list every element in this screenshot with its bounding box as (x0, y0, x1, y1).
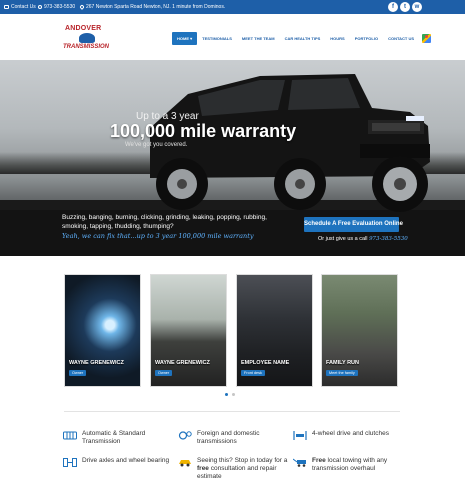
team-card-role-button[interactable]: Owner (155, 370, 173, 376)
hero-title: 100,000 mile warranty (110, 121, 297, 141)
carousel-pagination (225, 393, 235, 396)
nav-hours[interactable]: HOURS (325, 32, 349, 45)
service-text: Free local towing with any transmission … (312, 457, 403, 473)
tow-truck-icon (293, 458, 306, 467)
google-maps-icon[interactable] (422, 34, 432, 43)
service-text: Foreign and domestic transmissions (197, 430, 260, 445)
contact-us-label[interactable]: Contact Us (11, 4, 36, 10)
team-card-name: FAMILY RUN (326, 360, 360, 366)
team-card-name: WAYNE GRENEWICZ (155, 360, 210, 366)
website-icon[interactable]: w (412, 2, 422, 12)
service-item: Seeing this? Stop in today for a free co… (178, 457, 288, 480)
service-item: Automatic & Standard Transmission (63, 430, 173, 446)
transmission-icon (63, 431, 77, 440)
car-icon (179, 460, 191, 467)
service-text-free: free (197, 465, 209, 472)
hero-fix-text: Yeah, we can fix that...up to 3 year 100… (62, 232, 254, 240)
service-item: 4-wheel drive and clutches (293, 430, 403, 440)
nav-car-health-tips[interactable]: CAR HEALTH TIPS (280, 32, 326, 45)
team-card-role-button[interactable]: Owner (69, 370, 87, 376)
service-text: Drive axles and wheel bearing (82, 457, 170, 464)
carousel-dot-active[interactable] (225, 393, 228, 396)
contact-us-link[interactable]: Contact Us (4, 4, 36, 10)
topbar-phone[interactable]: 973-383-5530 (38, 4, 75, 10)
carousel-dot[interactable] (232, 393, 235, 396)
main-nav: HOME ▾ TESTIMONIALS MEET THE TEAM CAR HE… (172, 32, 432, 45)
service-item: Foreign and domestic transmissions (178, 430, 288, 446)
lift-icon (293, 431, 307, 440)
call-prefix: Or just give us a call (318, 236, 368, 242)
nav-testimonials[interactable]: TESTIMONIALS (197, 32, 237, 45)
nav-contact-us[interactable]: CONTACT US (383, 32, 419, 45)
hero-noises-text: Buzzing, banging, burning, clicking, gri… (62, 214, 267, 230)
facebook-icon[interactable]: f (388, 2, 398, 12)
logo-bottom-text: TRANSMISSION (63, 44, 110, 50)
site-logo[interactable]: ANDOVER TRANSMISSION (63, 25, 111, 52)
logo-top-text: ANDOVER (65, 25, 102, 32)
team-card-role-button[interactable]: Meet the family (326, 370, 358, 376)
team-card[interactable]: EMPLOYEE NAME Front desk (236, 274, 313, 387)
nav-meet-the-team[interactable]: MEET THE TEAM (237, 32, 280, 45)
hero-tagline: We've got you covered. (125, 142, 188, 148)
team-card[interactable]: WAYNE GRENEWICZ Owner (150, 274, 227, 387)
top-bar: Contact Us 973-383-5530 267 Newton Spart… (0, 0, 465, 14)
site-header: ANDOVER TRANSMISSION HOME ▾ TESTIMONIALS… (0, 14, 465, 60)
hero-banner: Up to a 3 year 100,000 mile warranty We'… (0, 60, 465, 256)
service-text: Seeing this? Stop in today for a free co… (197, 457, 288, 480)
nav-portfolio[interactable]: PORTFOLIO (350, 32, 383, 45)
service-text-free: Free (312, 457, 326, 464)
service-text: 4-wheel drive and clutches (312, 430, 389, 437)
service-item: Free local towing with any transmission … (293, 457, 403, 473)
team-card-name: EMPLOYEE NAME (241, 360, 290, 366)
call-us-text: Or just give us a call 973-383-5530 (318, 236, 408, 242)
team-card[interactable]: WAYNE GRENEWICZ Owner (64, 274, 141, 387)
phone-icon (38, 5, 42, 9)
team-card[interactable]: FAMILY RUN Meet the family (321, 274, 398, 387)
team-card-name: WAYNE GRENEWICZ (69, 360, 124, 366)
schedule-evaluation-button[interactable]: Schedule A Free Evaluation Online (304, 217, 403, 232)
team-card-role-button[interactable]: Front desk (241, 370, 265, 376)
service-item: Drive axles and wheel bearing (63, 457, 173, 467)
envelope-icon (4, 5, 9, 9)
logo-car-icon (79, 33, 95, 43)
service-text: Automatic & Standard Transmission (82, 430, 146, 445)
nav-home[interactable]: HOME ▾ (172, 32, 198, 45)
gears-icon (178, 431, 192, 440)
topbar-address: 267 Newton Sparta Road Newton, NJ. 1 min… (79, 4, 226, 10)
call-phone-number[interactable]: 973-383-5530 (369, 236, 408, 242)
service-text-a: Seeing this? Stop in today for a (197, 457, 288, 464)
twitter-icon[interactable]: t (400, 2, 410, 12)
section-divider (64, 411, 400, 412)
topbar-address-text: 267 Newton Sparta Road Newton, NJ. 1 min… (86, 4, 226, 10)
topbar-phone-number[interactable]: 973-383-5530 (44, 4, 75, 10)
service-text-c: consultation and repair estimate (197, 465, 277, 480)
axle-icon (63, 458, 77, 467)
map-pin-icon (79, 4, 85, 10)
